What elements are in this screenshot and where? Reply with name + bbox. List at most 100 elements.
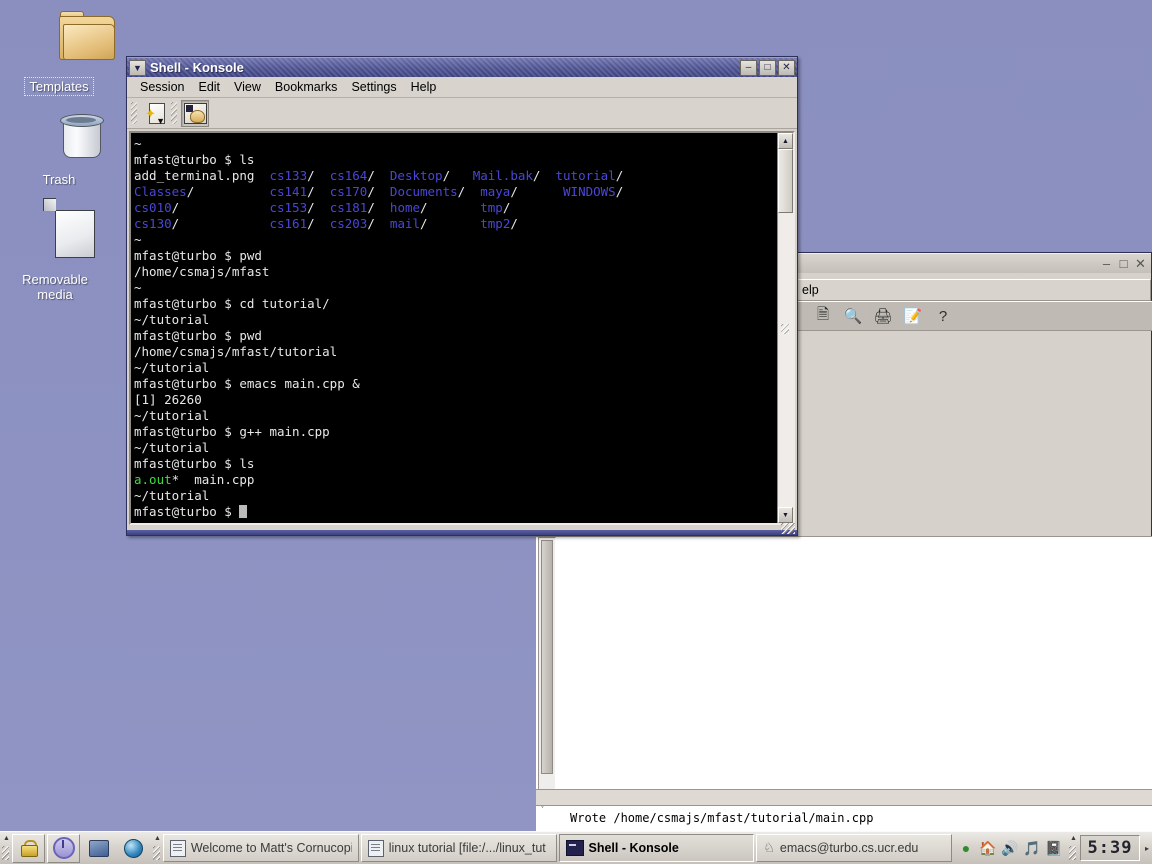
maximize-icon[interactable]: □ [1115, 256, 1132, 272]
terminal-line: Classes/ cs141/ cs170/ Documents/ maya/ … [134, 184, 777, 200]
notes-icon[interactable]: 📓 [1044, 838, 1064, 858]
desktop-icon-removable-media[interactable]: Removable media [0, 198, 110, 303]
terminal-span: / [510, 216, 518, 231]
terminal-span: /home/csmajs/mfast [134, 264, 270, 279]
close-icon[interactable]: ✕ [1132, 256, 1149, 272]
window-menu-icon[interactable]: ▼ [129, 59, 146, 76]
scroll-up-icon[interactable]: ▲ [778, 133, 793, 149]
print-icon[interactable]: 🖨 [872, 306, 894, 326]
volume-icon[interactable]: 🔊 [1000, 838, 1020, 858]
folder-icon [4, 11, 115, 74]
scrollbar-thumb[interactable] [778, 149, 793, 213]
konsole-titlebar[interactable]: ▼ Shell - Konsole – □ ✕ [127, 57, 797, 77]
launcher-show-desktop[interactable] [82, 834, 115, 863]
terminal-span: / [532, 168, 556, 183]
new-session-button[interactable]: ✦ ▼ [141, 100, 169, 127]
terminal-line: ~/tutorial [134, 312, 777, 328]
konsole-toolbar[interactable]: ✦ ▼ [127, 98, 797, 129]
toolbar-grip[interactable] [131, 102, 137, 124]
minimize-button[interactable]: – [740, 59, 757, 76]
terminal-span: a.out [134, 472, 172, 487]
terminal-line: add_terminal.png cs133/ cs164/ Desktop/ … [134, 168, 777, 184]
terminal-scrollbar[interactable]: ▲ ▼ [777, 133, 793, 523]
panel-handle-left[interactable]: ▲ [1, 835, 10, 861]
terminal-span: / [615, 168, 624, 183]
panel-handle-tasks[interactable]: ▲ [152, 835, 161, 861]
help-icon[interactable]: ? [932, 306, 954, 326]
taskbar[interactable]: ▲ ▲ Welcome to Matt's Cornucopi linux tu… [0, 831, 1152, 864]
menu-bookmarks[interactable]: Bookmarks [268, 78, 345, 96]
terminal-span: ~ [134, 280, 142, 295]
scroll-down-icon[interactable]: ▼ [778, 507, 793, 523]
desktop-icon-trash[interactable]: Trash [4, 110, 114, 188]
konsole-title: Shell - Konsole [150, 60, 244, 75]
terminal-line: cs010/ cs153/ cs181/ home/ tmp/ [134, 200, 777, 216]
home-folder-icon[interactable]: 🏠 [978, 838, 998, 858]
minimize-icon[interactable]: – [1098, 256, 1115, 272]
terminal-line: a.out* main.cpp [134, 472, 777, 488]
terminal-span: mfast@turbo $ [134, 504, 240, 519]
shell-session-button[interactable] [181, 99, 209, 127]
terminal-span: Classes [134, 184, 187, 199]
launcher-lock-session[interactable] [12, 833, 45, 863]
maximize-button[interactable]: □ [759, 59, 776, 76]
menu-session[interactable]: Session [133, 78, 191, 96]
konsole-menubar[interactable]: Session Edit View Bookmarks Settings Hel… [127, 77, 797, 98]
terminal-line: mfast@turbo $ pwd [134, 328, 777, 344]
shell-icon [183, 102, 207, 124]
taskbar-item-linux-tutorial[interactable]: linux tutorial [file:/.../linux_tut [360, 834, 557, 862]
desktop-icon-templates[interactable]: Templates [4, 11, 115, 96]
terminal-span: mfast@turbo $ ls [134, 456, 255, 471]
terminal-span: mfast@turbo $ pwd [134, 248, 262, 263]
terminal-cursor [239, 505, 248, 518]
terminal-span: Desktop [389, 168, 443, 183]
desktop-icon-label: Removable media [22, 272, 88, 302]
removable-media-icon [0, 198, 110, 268]
terminal-span: / [420, 200, 481, 215]
terminal-span: mfast@turbo $ pwd [134, 328, 262, 343]
emacs-scrollbar-thumb[interactable] [541, 540, 553, 774]
panel-expand-icon[interactable]: ▸ [1142, 835, 1152, 861]
terminal-output[interactable]: ~ mfast@turbo $ ls add_terminal.png cs133/… [131, 133, 777, 523]
terminal-line: mfast@turbo $ ls [134, 152, 777, 168]
konsole-window[interactable]: ▼ Shell - Konsole – □ ✕ Session Edit Vie… [126, 56, 798, 536]
terminal-span: cs133 [269, 168, 308, 183]
emacs-scrollbar[interactable] [538, 537, 556, 799]
terminal-span: [1] 26260 [134, 392, 202, 407]
menu-help[interactable]: Help [404, 78, 444, 96]
emacs-toolbar[interactable]: 🗎 🔍 🖨 📝 ? [797, 301, 1152, 331]
mixer-icon[interactable]: 🎵 [1022, 838, 1042, 858]
menu-view[interactable]: View [227, 78, 268, 96]
taskbar-clock[interactable]: 5:39 [1080, 835, 1140, 861]
terminal-span: WINDOWS [563, 184, 616, 199]
terminal-span: Mail.bak [472, 168, 533, 183]
scrollbar-grip [781, 324, 789, 334]
terminal-span: / [307, 168, 330, 183]
terminal-span: cs153 [269, 200, 308, 215]
taskbar-item-konsole[interactable]: Shell - Konsole [558, 834, 755, 862]
open-file-icon[interactable]: 🗎 [812, 306, 834, 326]
terminal-span: / [171, 200, 270, 215]
terminal-span: ~/tutorial [134, 440, 210, 455]
menu-edit[interactable]: Edit [191, 78, 227, 96]
taskbar-item-welcome[interactable]: Welcome to Matt's Cornucopi [163, 834, 359, 862]
taskbar-item-emacs[interactable]: ♘ emacs@turbo.cs.ucr.edu [756, 834, 952, 862]
spellcheck-icon[interactable]: 📝 [902, 306, 924, 326]
terminal-area[interactable]: ~ mfast@turbo $ ls add_terminal.png cs133/… [129, 131, 795, 525]
terminal-span: mfast@turbo $ cd tutorial/ [134, 296, 330, 311]
launcher-web-browser[interactable] [117, 834, 150, 863]
emacs-menubar[interactable]: elp [797, 279, 1151, 301]
toolbar-grip-2[interactable] [171, 102, 177, 124]
klipper-icon[interactable]: ● [956, 838, 976, 858]
close-button[interactable]: ✕ [778, 59, 795, 76]
scrollbar-track[interactable] [778, 149, 793, 507]
resize-handle[interactable] [781, 523, 795, 534]
emacs-menu-help[interactable]: elp [798, 283, 819, 297]
menu-settings[interactable]: Settings [344, 78, 403, 96]
launcher-logout[interactable] [47, 833, 80, 863]
emacs-titlebar[interactable]: – □ ✕ [793, 253, 1151, 273]
system-tray[interactable]: ● 🏠 🔊 🎵 📓 [953, 835, 1067, 861]
panel-handle-clock[interactable]: ▲ [1068, 835, 1077, 861]
terminal-span: / [615, 184, 624, 199]
search-icon[interactable]: 🔍 [842, 306, 864, 326]
